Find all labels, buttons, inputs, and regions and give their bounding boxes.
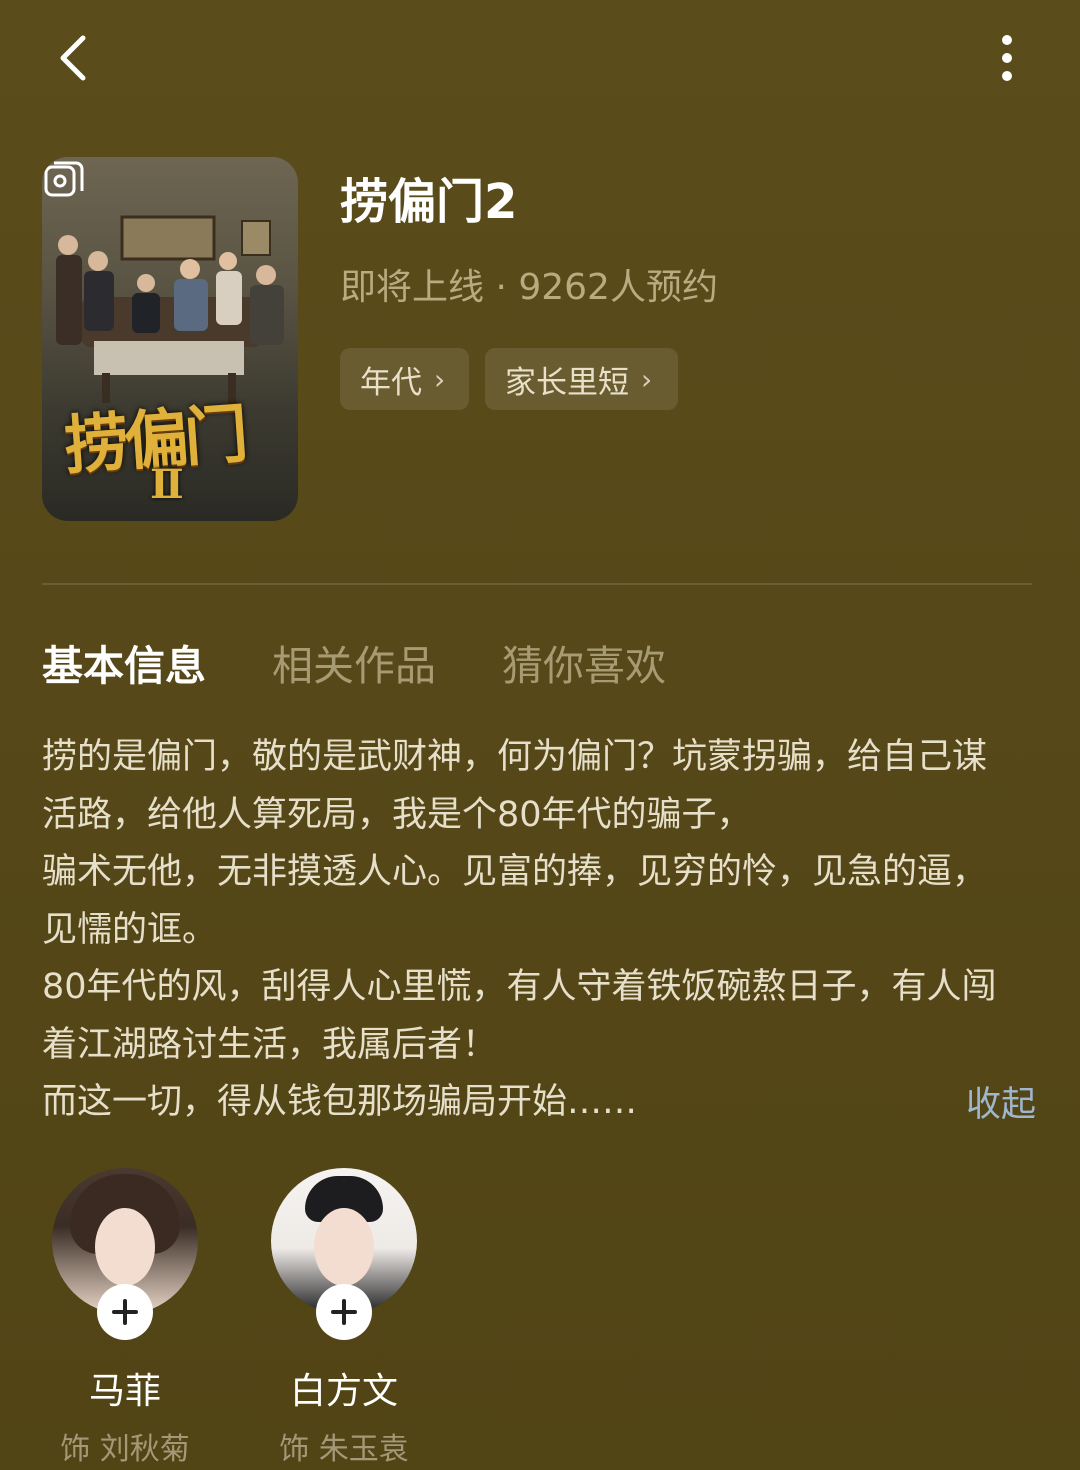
synopsis-line: 而这一切，得从钱包那场骗局开始…… <box>42 1082 638 1122</box>
synopsis-line: 活路，给他人算死局，我是个80年代的骗子， <box>42 794 752 835</box>
tag-family-drama[interactable]: 家长里短 › <box>485 348 678 410</box>
synopsis-line: 80年代的风，刮得人心里慌，有人守着铁饭碗熬日子，有人闯 <box>42 967 997 1007</box>
chevron-right-icon: › <box>641 362 653 396</box>
gallery-icon[interactable] <box>42 157 86 201</box>
synopsis-line: 着江湖路讨生活，我属后者！ <box>42 1024 498 1065</box>
tab-recommendations[interactable]: 猜你喜欢 <box>502 632 666 692</box>
chevron-left-icon <box>60 35 86 81</box>
cast-name: 马菲 <box>88 1371 161 1412</box>
tag-era[interactable]: 年代 › <box>340 348 469 410</box>
collapse-button[interactable]: 收起 <box>966 1076 1036 1127</box>
more-button[interactable] <box>985 30 1029 86</box>
synopsis: 捞的是偏门，敬的是武财神，何为偏门？坑蒙拐骗，给自己谋 活路，给他人算死局，我是… <box>42 729 1042 1132</box>
cast-name: 白方文 <box>289 1371 398 1412</box>
tab-basic-info[interactable]: 基本信息 <box>42 632 206 692</box>
tag-label: 家长里短 <box>505 364 629 401</box>
follow-button[interactable] <box>97 1284 153 1340</box>
plus-icon <box>112 1299 138 1325</box>
cast-role: 饰 朱玉袁 <box>279 1432 409 1467</box>
synopsis-line: 骗术无他，无非摸透人心。见富的捧，见穷的怜，见急的逼， <box>42 852 988 892</box>
show-title: 捞偏门2 <box>340 174 518 230</box>
more-vertical-icon <box>1002 35 1012 81</box>
divider <box>42 583 1032 585</box>
poster-logo-sub: Ⅱ <box>150 461 184 508</box>
plus-icon <box>331 1299 357 1325</box>
follow-button[interactable] <box>316 1284 372 1340</box>
tab-related-works[interactable]: 相关作品 <box>272 632 436 692</box>
tag-label: 年代 <box>360 364 422 401</box>
synopsis-line: 捞的是偏门，敬的是武财神，何为偏门？坑蒙拐骗，给自己谋 <box>42 737 988 777</box>
poster[interactable]: 捞偏门 Ⅱ <box>42 157 298 521</box>
synopsis-line: 见懦的诓。 <box>42 909 218 950</box>
chevron-right-icon: › <box>434 362 446 396</box>
cast-role: 饰 刘秋菊 <box>60 1432 190 1467</box>
back-button[interactable] <box>50 28 100 88</box>
release-status: 即将上线 · 9262人预约 <box>340 267 718 308</box>
